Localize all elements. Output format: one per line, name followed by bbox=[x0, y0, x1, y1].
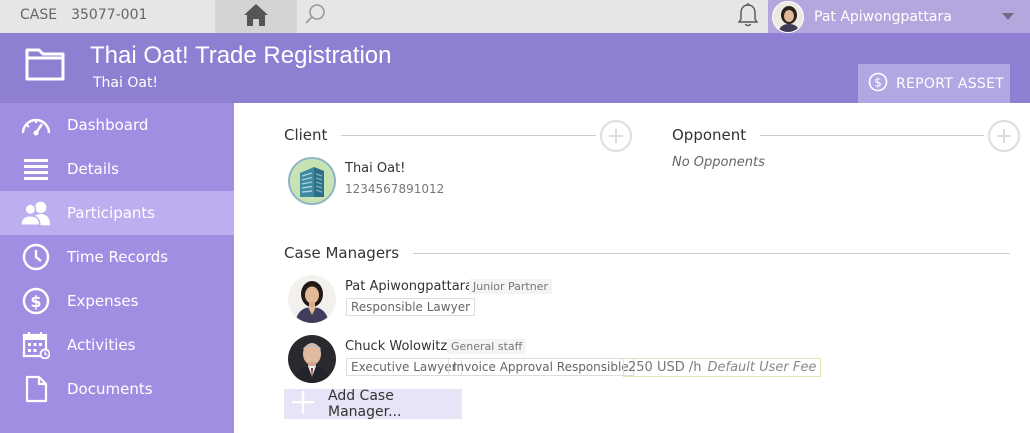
document-icon bbox=[20, 373, 52, 405]
add-case-manager-button[interactable]: Add Case Manager... bbox=[284, 388, 462, 420]
case-managers-section-header: Case Managers bbox=[284, 244, 1010, 262]
calendar-icon bbox=[20, 329, 52, 361]
client-name[interactable]: Thai Oat! bbox=[345, 161, 405, 176]
avatar bbox=[288, 335, 336, 383]
page-title: Thai Oat! Trade Registration bbox=[90, 42, 392, 69]
add-client-button[interactable] bbox=[600, 120, 632, 152]
user-fee: 250 USD /h Default User Fee bbox=[623, 358, 822, 377]
case-manager-name[interactable]: Pat Apiwongpattara bbox=[345, 279, 473, 294]
sidebar-item-label: Documents bbox=[67, 380, 153, 398]
svg-text:$: $ bbox=[874, 75, 882, 89]
sidebar-item-activities[interactable]: Activities bbox=[0, 323, 234, 367]
sidebar-item-time-records[interactable]: Time Records bbox=[0, 235, 234, 279]
folder-icon bbox=[24, 45, 66, 87]
list-icon bbox=[20, 153, 52, 185]
gauge-icon bbox=[20, 109, 52, 141]
report-asset-button[interactable]: $ REPORT ASSET bbox=[858, 64, 1010, 103]
case-manager-tag: Responsible Lawyer bbox=[346, 298, 476, 316]
divider bbox=[413, 252, 1010, 254]
case-number: 35077-001 bbox=[71, 7, 148, 23]
client-avatar bbox=[288, 157, 336, 205]
sidebar-item-label: Time Records bbox=[67, 248, 169, 266]
sidebar-item-label: Dashboard bbox=[67, 116, 149, 134]
add-opponent-button[interactable] bbox=[988, 120, 1020, 152]
user-name: Pat Apiwongpattara bbox=[814, 8, 952, 25]
add-case-manager-label: Add Case Manager... bbox=[328, 388, 402, 420]
fee-note: Default User Fee bbox=[707, 360, 817, 375]
sidebar-item-participants[interactable]: Participants bbox=[0, 191, 234, 235]
case-manager-tag: Executive Lawyer bbox=[346, 358, 462, 376]
case-manager-tag: Invoice Approval Responsible bbox=[448, 358, 634, 376]
sidebar-item-expenses[interactable]: $ Expenses bbox=[0, 279, 234, 323]
sidebar-item-label: Participants bbox=[67, 204, 156, 222]
building-icon bbox=[290, 159, 334, 203]
sidebar-item-label: Expenses bbox=[67, 292, 139, 310]
case-header: Thai Oat! Trade Registration Thai Oat! $… bbox=[0, 33, 1030, 103]
home-button[interactable] bbox=[215, 0, 297, 33]
case-manager-role: General staff bbox=[447, 339, 527, 354]
avatar bbox=[772, 0, 804, 33]
report-asset-label: REPORT ASSET bbox=[896, 75, 1005, 92]
avatar bbox=[288, 275, 336, 323]
search-button[interactable] bbox=[300, 2, 330, 30]
sidebar-item-details[interactable]: Details bbox=[0, 147, 234, 191]
opponent-section-title: Opponent bbox=[672, 126, 747, 144]
case-reference: CASE 35077-001 bbox=[20, 7, 147, 23]
home-icon bbox=[243, 3, 269, 31]
plus-icon bbox=[292, 391, 314, 417]
client-section-header: Client bbox=[284, 126, 596, 144]
chevron-down-icon bbox=[1002, 13, 1014, 20]
no-opponents-text: No Opponents bbox=[672, 155, 765, 170]
case-label: CASE bbox=[20, 7, 58, 23]
dollar-circle-icon: $ bbox=[868, 72, 888, 96]
divider bbox=[341, 134, 596, 136]
client-id: 1234567891012 bbox=[345, 182, 445, 196]
svg-text:$: $ bbox=[30, 292, 41, 311]
sidebar: Dashboard Details Participants Time Reco… bbox=[0, 103, 234, 433]
case-managers-section-title: Case Managers bbox=[284, 244, 400, 262]
opponent-section-header: Opponent bbox=[672, 126, 984, 144]
sidebar-item-documents[interactable]: Documents bbox=[0, 367, 234, 411]
dollar-icon: $ bbox=[20, 285, 52, 317]
top-bar: CASE 35077-001 Pat Apiwongpattara bbox=[0, 0, 1030, 33]
notifications-button[interactable] bbox=[733, 3, 763, 31]
sidebar-item-label: Activities bbox=[67, 336, 136, 354]
participants-panel: Client Thai Oat! 1234567891012 Opponent … bbox=[234, 103, 1030, 433]
sidebar-item-dashboard[interactable]: Dashboard bbox=[0, 103, 234, 147]
page-subtitle: Thai Oat! bbox=[93, 75, 159, 91]
case-manager-name[interactable]: Chuck Wolowitz bbox=[345, 339, 447, 354]
people-icon bbox=[20, 197, 52, 229]
search-icon bbox=[303, 2, 327, 30]
client-section-title: Client bbox=[284, 126, 328, 144]
case-manager-role: Junior Partner bbox=[469, 279, 552, 294]
fee-amount: 250 USD /h bbox=[628, 360, 702, 375]
sidebar-item-label: Details bbox=[67, 160, 120, 178]
divider bbox=[760, 134, 984, 136]
clock-icon bbox=[20, 241, 52, 273]
bell-icon bbox=[736, 2, 760, 32]
user-menu[interactable]: Pat Apiwongpattara bbox=[768, 0, 1030, 33]
